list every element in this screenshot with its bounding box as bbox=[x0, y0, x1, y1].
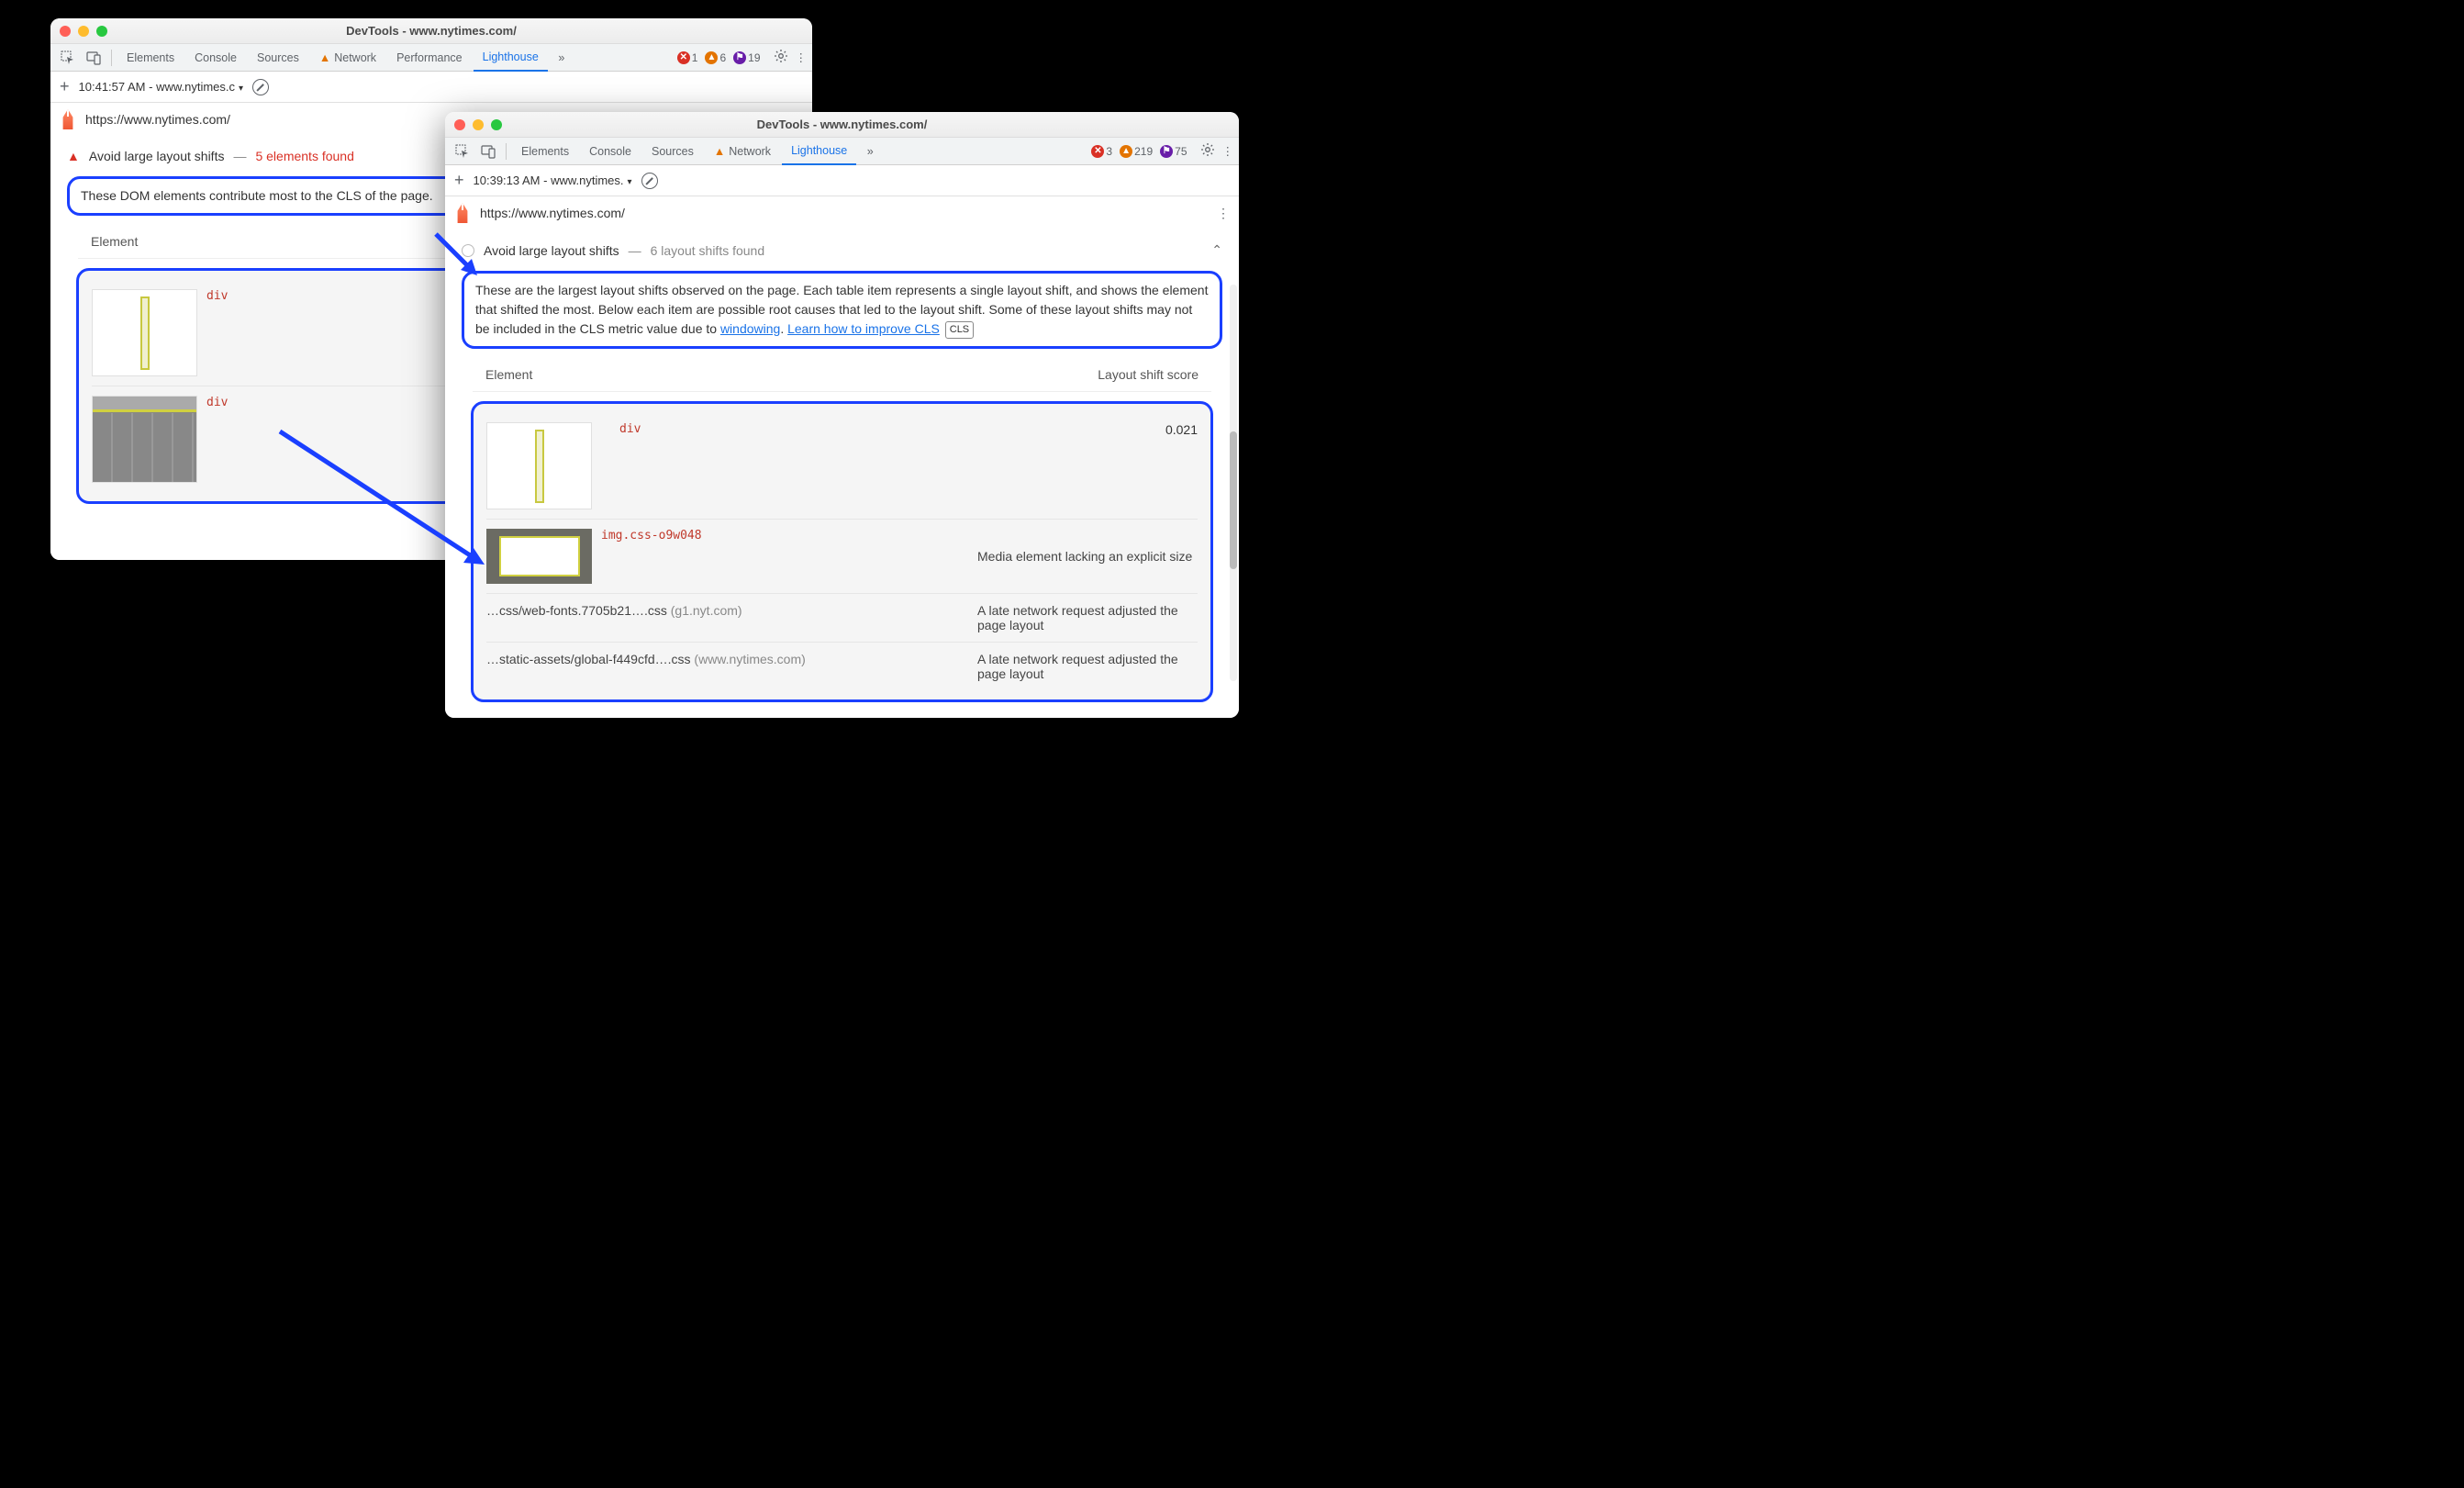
element-code: div bbox=[206, 289, 228, 303]
lighthouse-toolbar: + 10:39:13 AM - www.nytimes. bbox=[445, 165, 1239, 196]
tab-sources[interactable]: Sources bbox=[642, 138, 703, 165]
lighthouse-icon bbox=[454, 203, 471, 223]
more-tabs-icon[interactable]: » bbox=[858, 140, 882, 162]
audit-found: 5 elements found bbox=[255, 149, 353, 163]
inspect-icon[interactable] bbox=[56, 47, 80, 69]
tab-elements[interactable]: Elements bbox=[117, 44, 184, 72]
error-count[interactable]: ✕1▲6⚑19 bbox=[677, 51, 766, 64]
element-thumbnail bbox=[486, 422, 592, 509]
device-toggle-icon[interactable] bbox=[82, 47, 106, 69]
tab-sources[interactable]: Sources bbox=[248, 44, 308, 72]
error-count[interactable]: ✕3▲219⚑75 bbox=[1091, 145, 1192, 158]
file-path: …css/web-fonts.7705b21….css (g1.nyt.com) bbox=[486, 603, 968, 618]
tab-network[interactable]: ▲Network bbox=[705, 138, 780, 165]
tab-performance[interactable]: Performance bbox=[387, 44, 472, 72]
cls-chip: CLS bbox=[945, 321, 974, 339]
tab-network-label: Network bbox=[729, 145, 771, 158]
device-toggle-icon[interactable] bbox=[476, 140, 500, 162]
kebab-icon[interactable]: ⋮ bbox=[1222, 144, 1234, 158]
root-cause: Media element lacking an explicit size bbox=[977, 549, 1198, 564]
close-icon[interactable] bbox=[60, 26, 71, 37]
element-code: div bbox=[619, 422, 641, 436]
path-origin: (www.nytimes.com) bbox=[694, 652, 805, 666]
maximize-icon[interactable] bbox=[96, 26, 107, 37]
root-cause: A late network request adjusted the page… bbox=[977, 603, 1198, 632]
tab-network[interactable]: ▲Network bbox=[310, 44, 385, 72]
tab-elements[interactable]: Elements bbox=[512, 138, 578, 165]
titlebar: DevTools - www.nytimes.com/ bbox=[50, 18, 812, 44]
url-bar: https://www.nytimes.com/ ⋮ bbox=[445, 196, 1239, 229]
path-text: …static-assets/global-f449cfd….css bbox=[486, 652, 691, 666]
tab-lighthouse[interactable]: Lighthouse bbox=[782, 138, 856, 165]
audit-title: Avoid large layout shifts bbox=[89, 149, 225, 163]
titlebar: DevTools - www.nytimes.com/ bbox=[445, 112, 1239, 138]
audit-found: 6 layout shifts found bbox=[651, 243, 765, 258]
maximize-icon[interactable] bbox=[491, 119, 502, 130]
element-thumbnail bbox=[92, 396, 197, 483]
path-text: …css/web-fonts.7705b21….css bbox=[486, 603, 667, 618]
warning-triangle-icon: ▲ bbox=[67, 149, 80, 163]
devtools-tabbar: Elements Console Sources ▲Network Perfor… bbox=[50, 44, 812, 72]
minimize-icon[interactable] bbox=[78, 26, 89, 37]
element-thumbnail bbox=[486, 529, 592, 584]
chevron-up-icon[interactable]: ⌃ bbox=[1211, 242, 1222, 258]
tab-lighthouse[interactable]: Lighthouse bbox=[474, 44, 548, 72]
dash: — bbox=[629, 243, 641, 258]
inspect-icon[interactable] bbox=[451, 140, 474, 162]
clear-icon[interactable] bbox=[252, 79, 269, 95]
tested-url: https://www.nytimes.com/ bbox=[480, 206, 625, 220]
root-cause: A late network request adjusted the page… bbox=[977, 652, 1198, 681]
close-icon[interactable] bbox=[454, 119, 465, 130]
kebab-icon[interactable]: ⋮ bbox=[796, 50, 808, 64]
minimize-icon[interactable] bbox=[473, 119, 484, 130]
more-tabs-icon[interactable]: » bbox=[550, 47, 574, 69]
element-code: img.css-o9w048 bbox=[601, 529, 702, 543]
element-thumbnail bbox=[92, 289, 197, 376]
link-learn-cls[interactable]: Learn how to improve CLS bbox=[787, 321, 940, 336]
link-windowing[interactable]: windowing bbox=[720, 321, 780, 336]
status-circle-icon bbox=[462, 244, 474, 257]
dash: — bbox=[233, 149, 246, 163]
tab-console[interactable]: Console bbox=[580, 138, 641, 165]
report-dropdown[interactable]: 10:39:13 AM - www.nytimes. bbox=[474, 173, 632, 187]
path-origin: (g1.nyt.com) bbox=[671, 603, 742, 618]
col-element: Element bbox=[91, 234, 138, 249]
window-title: DevTools - www.nytimes.com/ bbox=[445, 117, 1239, 131]
col-element: Element bbox=[485, 367, 532, 382]
lighthouse-toolbar: + 10:41:57 AM - www.nytimes.c bbox=[50, 72, 812, 103]
gear-icon[interactable] bbox=[1200, 142, 1215, 160]
report-dropdown[interactable]: 10:41:57 AM - www.nytimes.c bbox=[79, 80, 244, 94]
lighthouse-icon bbox=[60, 109, 76, 129]
desc-mid: . bbox=[780, 321, 787, 336]
audit-title: Avoid large layout shifts bbox=[484, 243, 619, 258]
file-path: …static-assets/global-f449cfd….css (www.… bbox=[486, 652, 968, 666]
scrollbar-thumb[interactable] bbox=[1230, 431, 1237, 569]
tab-console[interactable]: Console bbox=[185, 44, 246, 72]
new-report-icon[interactable]: + bbox=[60, 77, 70, 96]
layout-shift-score: 0.021 bbox=[1165, 422, 1198, 437]
window-title: DevTools - www.nytimes.com/ bbox=[50, 24, 812, 38]
devtools-tabbar: Elements Console Sources ▲Network Lighth… bbox=[445, 138, 1239, 165]
tested-url: https://www.nytimes.com/ bbox=[85, 112, 230, 127]
col-score: Layout shift score bbox=[1098, 367, 1199, 382]
tab-network-label: Network bbox=[334, 51, 376, 64]
audit-header[interactable]: Avoid large layout shifts — 6 layout shi… bbox=[445, 239, 1239, 262]
shifts-panel: div 0.021 img.css-o9w048 Media element l… bbox=[471, 401, 1213, 702]
gear-icon[interactable] bbox=[774, 49, 788, 66]
audit-description: These are the largest layout shifts obse… bbox=[462, 271, 1222, 349]
new-report-icon[interactable]: + bbox=[454, 171, 464, 190]
kebab-icon[interactable]: ⋮ bbox=[1217, 206, 1230, 221]
element-code: div bbox=[206, 396, 228, 409]
clear-icon[interactable] bbox=[641, 173, 658, 189]
